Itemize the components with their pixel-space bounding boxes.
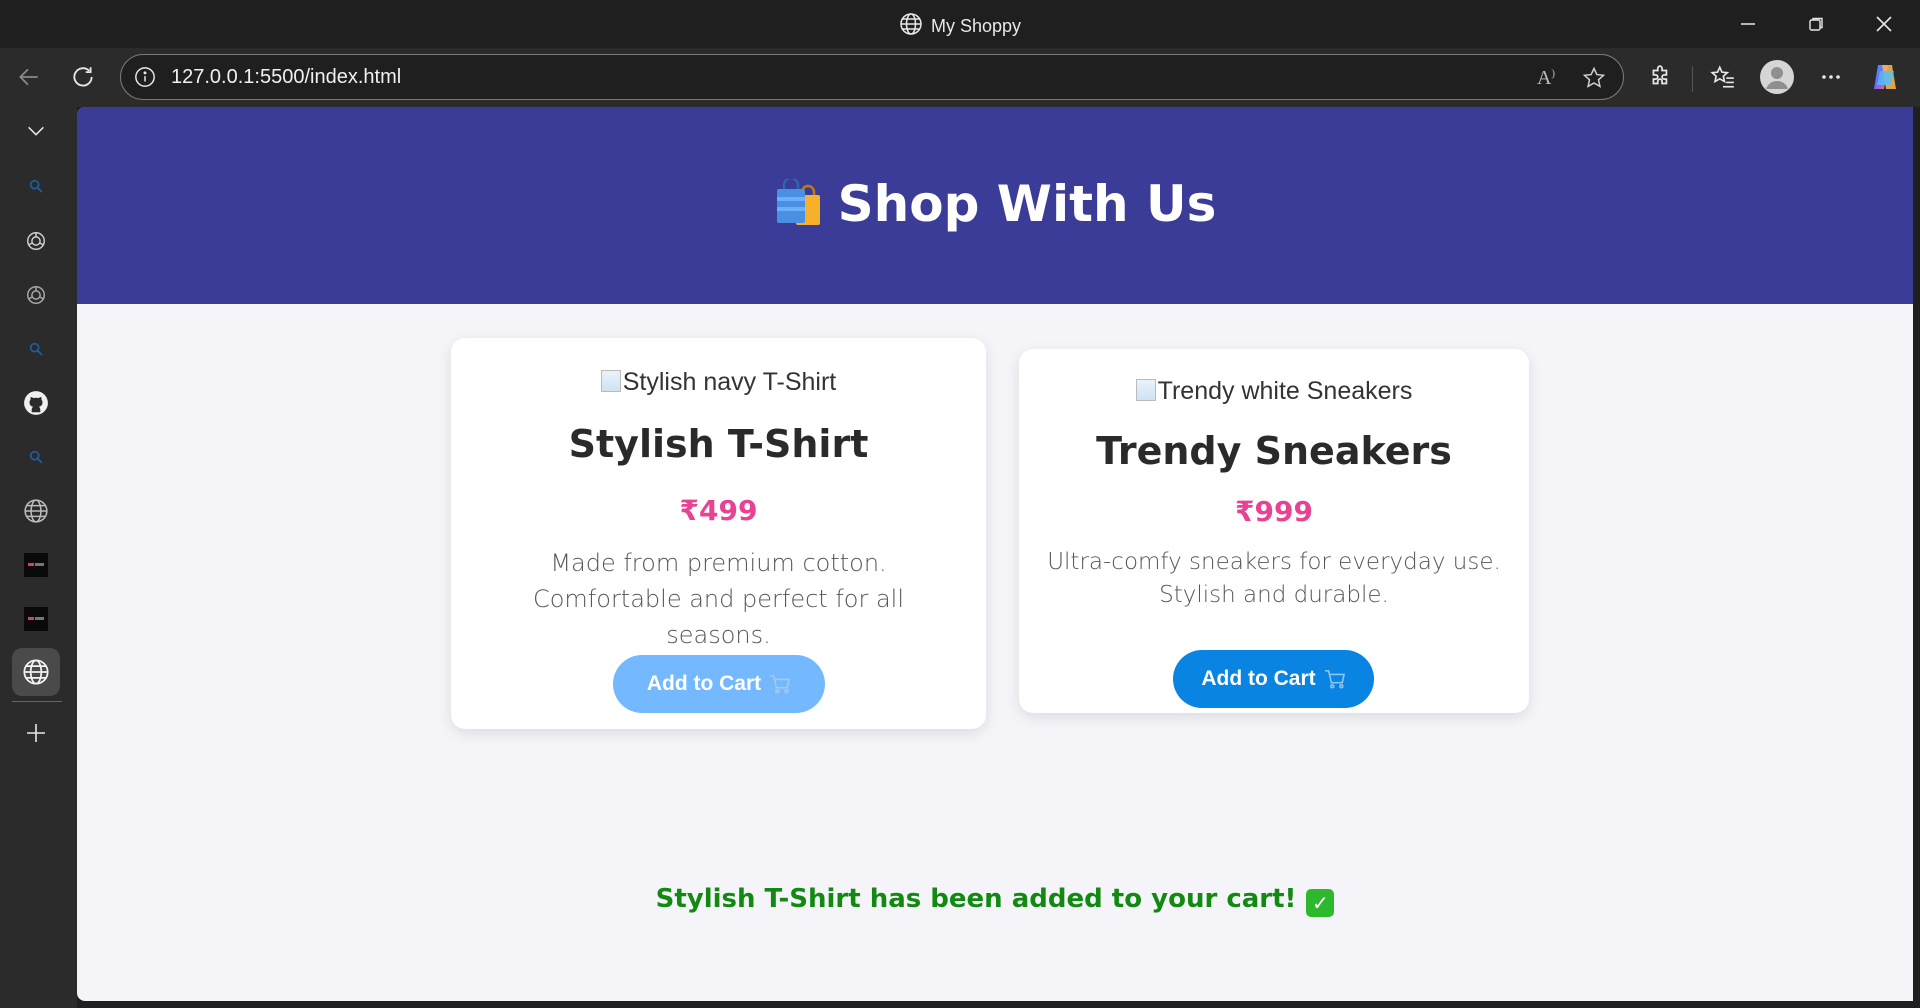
globe-icon	[24, 499, 48, 523]
sidebar-divider	[12, 701, 62, 702]
product-image: Trendy white Sneakers	[1019, 377, 1529, 406]
url-text[interactable]: 127.0.0.1:5500/index.html	[171, 66, 401, 89]
cart-icon	[1324, 670, 1345, 689]
sidebar-item-chatgpt-2[interactable]	[12, 271, 60, 319]
product-description: Made from premium cotton. Comfortable an…	[532, 549, 904, 649]
sidebar-item-globe[interactable]	[12, 487, 60, 535]
add-to-cart-button[interactable]: Add to Cart	[613, 655, 825, 713]
page-title: Shop With Us	[77, 175, 1913, 233]
product-price: ₹499	[679, 494, 758, 527]
favorites-icon	[1710, 65, 1734, 88]
product-description: Ultra-comfy sneakers for everyday use. S…	[1047, 549, 1501, 608]
sidebar-item-search-3[interactable]	[12, 433, 60, 481]
read-aloud-button[interactable]: A)	[1533, 65, 1559, 91]
back-icon	[19, 68, 38, 86]
minimize-icon	[1741, 23, 1755, 25]
more-icon	[1822, 75, 1840, 79]
sidebar-item-github[interactable]	[12, 379, 60, 427]
restore-icon	[1809, 17, 1823, 31]
globe-icon	[23, 659, 49, 685]
profile-button[interactable]	[1756, 56, 1798, 98]
address-bar[interactable]: 127.0.0.1:5500/index.html A)	[120, 54, 1624, 100]
chatgpt-icon	[27, 232, 45, 250]
window-title-bar: My Shoppy	[0, 0, 1920, 48]
sidebar	[0, 107, 77, 1008]
add-to-cart-label: Add to Cart	[1201, 667, 1316, 690]
read-aloud-icon: A)	[1536, 66, 1556, 89]
minimize-button[interactable]	[1714, 0, 1782, 48]
collapse-icon	[28, 126, 44, 136]
browser-toolbar: 127.0.0.1:5500/index.html A)	[0, 48, 1920, 107]
product-image: Stylish navy T-Shirt	[451, 368, 986, 397]
search-icon	[29, 342, 43, 356]
sidebar-item-app[interactable]	[12, 541, 60, 589]
window-title-text: My Shoppy	[930, 16, 1022, 36]
github-icon	[24, 391, 48, 415]
extensions-button[interactable]	[1640, 56, 1682, 98]
app-tile-icon	[24, 607, 48, 631]
shopping-bags-icon	[776, 179, 820, 225]
sidebar-collapse-button[interactable]	[12, 107, 60, 155]
favorites-button[interactable]	[1702, 56, 1744, 98]
close-icon	[1876, 16, 1892, 32]
close-window-button[interactable]	[1850, 0, 1918, 48]
cart-icon	[770, 675, 791, 694]
globe-icon	[900, 13, 922, 35]
broken-image-icon	[600, 370, 621, 392]
sidebar-item-search-2[interactable]	[12, 325, 60, 373]
refresh-icon	[73, 67, 93, 87]
back-button[interactable]	[8, 56, 50, 98]
add-icon	[27, 724, 45, 742]
search-icon	[29, 179, 43, 193]
restore-button[interactable]	[1782, 0, 1850, 48]
web-page: Shop With Us Stylish navy T-Shirt Stylis…	[77, 107, 1913, 1001]
product-image-alt: Trendy white Sneakers	[1157, 377, 1413, 405]
info-icon[interactable]	[134, 66, 156, 88]
app-tile-icon	[24, 553, 48, 577]
sidebar-item-current-page[interactable]	[12, 648, 60, 696]
broken-image-icon	[1135, 379, 1156, 401]
more-options-button[interactable]	[1810, 56, 1852, 98]
window-title: My Shoppy	[0, 12, 1920, 37]
chatgpt-icon	[27, 286, 45, 304]
product-card: Trendy white Sneakers Trendy Sneakers ₹9…	[1019, 349, 1529, 713]
cart-confirmation-message: Stylish T-Shirt has been added to your c…	[77, 884, 1913, 917]
page-title-text: Shop With Us	[837, 175, 1217, 233]
product-name: Stylish T-Shirt	[568, 422, 869, 466]
add-favorite-button[interactable]	[1581, 65, 1607, 91]
product-card: Stylish navy T-Shirt Stylish T-Shirt ₹49…	[451, 338, 986, 729]
add-to-cart-label: Add to Cart	[646, 672, 762, 695]
page-header: Shop With Us	[77, 107, 1913, 304]
refresh-button[interactable]	[62, 56, 104, 98]
sidebar-item-chatgpt[interactable]	[12, 217, 60, 265]
sidebar-item-app-2[interactable]	[12, 595, 60, 643]
search-icon	[29, 450, 43, 464]
favorite-star-icon	[1582, 66, 1606, 88]
sidebar-item-search[interactable]	[12, 162, 60, 210]
profile-avatar	[1760, 60, 1794, 94]
copilot-icon	[1874, 65, 1896, 89]
check-mark-icon: ✓	[1306, 889, 1335, 917]
product-image-alt: Stylish navy T-Shirt	[622, 368, 837, 396]
copilot-button[interactable]	[1864, 56, 1906, 98]
sidebar-add-button[interactable]	[12, 709, 60, 757]
product-name: Trendy Sneakers	[1096, 429, 1452, 473]
product-price: ₹999	[1235, 495, 1313, 528]
extensions-icon	[1652, 65, 1668, 85]
confirmation-text: Stylish T-Shirt has been added to your c…	[655, 884, 1297, 914]
add-to-cart-button[interactable]: Add to Cart	[1173, 650, 1374, 708]
